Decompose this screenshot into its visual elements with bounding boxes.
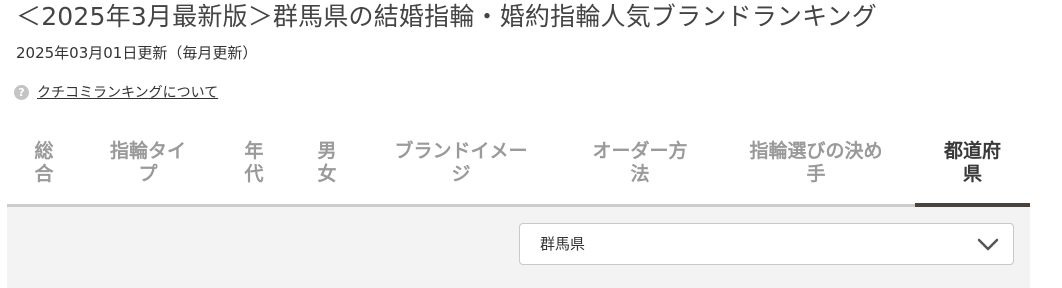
tab-deciding-factor[interactable]: 指輪選びの決め 手 (736, 122, 896, 204)
tab-label-line: ブランドイメー (394, 140, 528, 162)
tab-ring-type[interactable]: 指輪タイ プ (103, 122, 193, 204)
tab-label-line: 指輪選びの決め (749, 140, 883, 162)
prefecture-select-value: 群馬県 (540, 235, 586, 253)
prefecture-panel: 群馬県 (7, 207, 1030, 288)
tab-label-line: 県 (962, 162, 982, 185)
tab-label-line: 年 (244, 140, 264, 162)
tab-brand-image[interactable]: ブランドイメー ジ (381, 122, 541, 204)
tab-order-method[interactable]: オーダー方 法 (583, 122, 697, 204)
chevron-down-icon (977, 238, 999, 251)
tab-label-line: 男 (317, 140, 337, 162)
tab-overall[interactable]: 総 合 (29, 122, 59, 204)
tab-age[interactable]: 年 代 (239, 122, 269, 204)
prefecture-select[interactable]: 群馬県 (519, 223, 1014, 265)
tab-label-line: 総 (34, 140, 54, 162)
updated-date: 2025年03月01日更新（毎月更新） (16, 44, 258, 62)
tab-prefecture[interactable]: 都道府 県 (915, 122, 1030, 207)
tab-label-line: 女 (317, 163, 337, 185)
about-ranking: ? クチコミランキングについて (14, 80, 218, 104)
ranking-tabs: 総 合 指輪タイ プ 年 代 男 女 ブランドイメー ジ オーダー方 法 指輪選… (7, 122, 1030, 207)
tab-gender[interactable]: 男 女 (312, 122, 342, 204)
tab-label-line: 都道府 (943, 139, 1001, 162)
tab-label-line: オーダー方 (592, 140, 688, 162)
tab-label-line: 手 (806, 163, 826, 185)
about-ranking-link[interactable]: クチコミランキングについて (37, 82, 218, 102)
tab-label-line: ジ (451, 163, 471, 185)
tab-label-line: 代 (244, 163, 264, 185)
tab-label-line: プ (138, 163, 158, 185)
page-title: ＜2025年3月最新版＞群馬県の結婚指輪・婚約指輪人気ブランドランキング (16, 2, 877, 31)
tab-label-line: 法 (630, 163, 650, 185)
tab-label-line: 指輪タイ (109, 140, 186, 162)
tab-label-line: 合 (34, 163, 54, 185)
help-icon: ? (14, 84, 29, 100)
